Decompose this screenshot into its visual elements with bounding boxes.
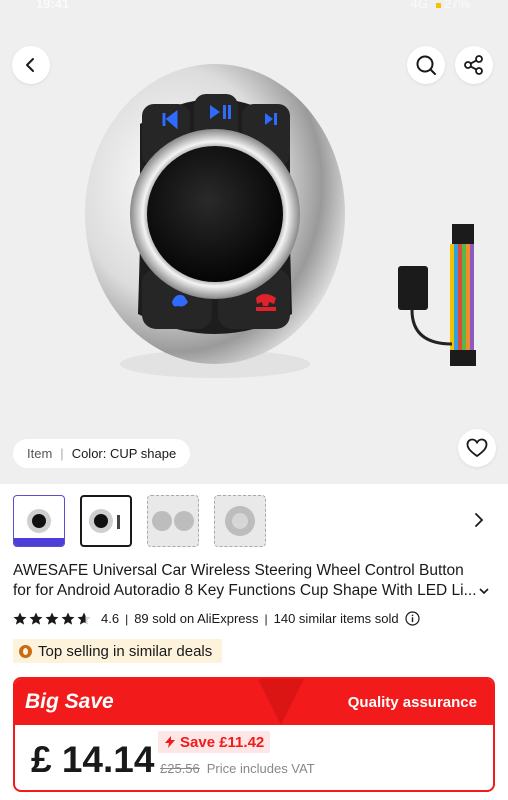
top-selling-label: Top selling in similar deals <box>38 642 213 660</box>
original-price: £25.56 <box>160 761 200 776</box>
thumbnail-item[interactable] <box>13 495 65 547</box>
save-amount: Save £11.42 <box>180 733 265 751</box>
product-image-gallery[interactable]: Item | Color: CUP shape <box>0 14 508 484</box>
info-icon[interactable] <box>405 611 420 626</box>
wishlist-button[interactable] <box>458 429 496 467</box>
battery-icon <box>435 3 441 8</box>
big-save-label: Big Save <box>25 690 114 713</box>
big-save-header: Big Save Quality assurance <box>15 679 493 725</box>
top-selling-icon <box>19 644 32 658</box>
product-title-line-2: for for Android Autoradio 8 Key Function… <box>13 582 477 599</box>
price-area: £ 14.14 Save £11.42 £25.56 Price include… <box>15 725 493 790</box>
product-photo-controller <box>85 64 345 378</box>
battery-indicator: 27% <box>435 0 470 11</box>
sold-count: 89 sold on AliExpress <box>134 611 259 626</box>
status-bar: 19:41 4G 27% <box>0 0 508 14</box>
thumbnail-item[interactable] <box>147 495 199 547</box>
original-price-row: £25.56 Price includes VAT <box>160 761 315 776</box>
lightning-icon <box>165 736 175 748</box>
thumbnail-item[interactable] <box>214 495 266 547</box>
rating-divider: | <box>264 611 268 626</box>
battery-level: 27% <box>443 0 470 11</box>
rating-divider: | <box>125 611 129 626</box>
thumbnail-image <box>152 511 194 531</box>
rating-score: 4.6 <box>101 611 120 626</box>
share-icon <box>464 55 483 75</box>
save-badge: Save £11.42 <box>158 731 271 753</box>
thumbnail-item-selected[interactable] <box>80 495 132 547</box>
product-photo-wiring-harness <box>398 224 476 366</box>
thumbnail-image <box>89 509 120 533</box>
back-button[interactable] <box>12 46 50 84</box>
variant-tag-value: Color: CUP shape <box>71 446 177 461</box>
big-save-chevron-decoration <box>258 679 304 725</box>
product-title-line-1: AWESAFE Universal Car Wireless Steering … <box>13 562 464 579</box>
thumbnail-image <box>225 506 255 536</box>
thumbnail-strip <box>13 495 266 547</box>
rating-row[interactable]: 4.6 | 89 sold on AliExpress | 140 simila… <box>13 611 420 626</box>
product-title[interactable]: AWESAFE Universal Car Wireless Steering … <box>13 561 495 601</box>
share-button[interactable] <box>455 46 493 84</box>
search-button[interactable] <box>407 46 445 84</box>
status-time: 19:41 <box>36 0 70 11</box>
quality-assurance-label: Quality assurance <box>347 693 477 711</box>
heart-icon <box>466 438 488 458</box>
status-right: 4G 27% <box>411 0 470 11</box>
top-selling-badge[interactable]: Top selling in similar deals <box>13 639 223 663</box>
variant-tag-label: Item <box>27 446 53 461</box>
thumbnails-next-button[interactable] <box>470 509 488 531</box>
search-icon <box>416 55 436 75</box>
network-indicator: 4G <box>410 0 428 11</box>
rating-stars <box>13 612 93 626</box>
current-price: £ 14.14 <box>31 739 155 780</box>
chevron-right-icon <box>475 513 484 527</box>
vat-note: Price includes VAT <box>206 761 315 776</box>
chevron-down-icon[interactable] <box>478 587 489 595</box>
thumbnail-banner <box>14 538 64 546</box>
variant-tag-divider: | <box>60 446 64 461</box>
big-save-card[interactable]: Big Save Quality assurance £ 14.14 Save … <box>13 677 495 792</box>
chevron-left-icon <box>26 58 34 72</box>
star-rating-icon <box>13 612 91 625</box>
similar-sold-count: 140 similar items sold <box>273 611 399 626</box>
thumbnail-image <box>27 509 51 533</box>
variant-tag[interactable]: Item | Color: CUP shape <box>13 439 191 468</box>
